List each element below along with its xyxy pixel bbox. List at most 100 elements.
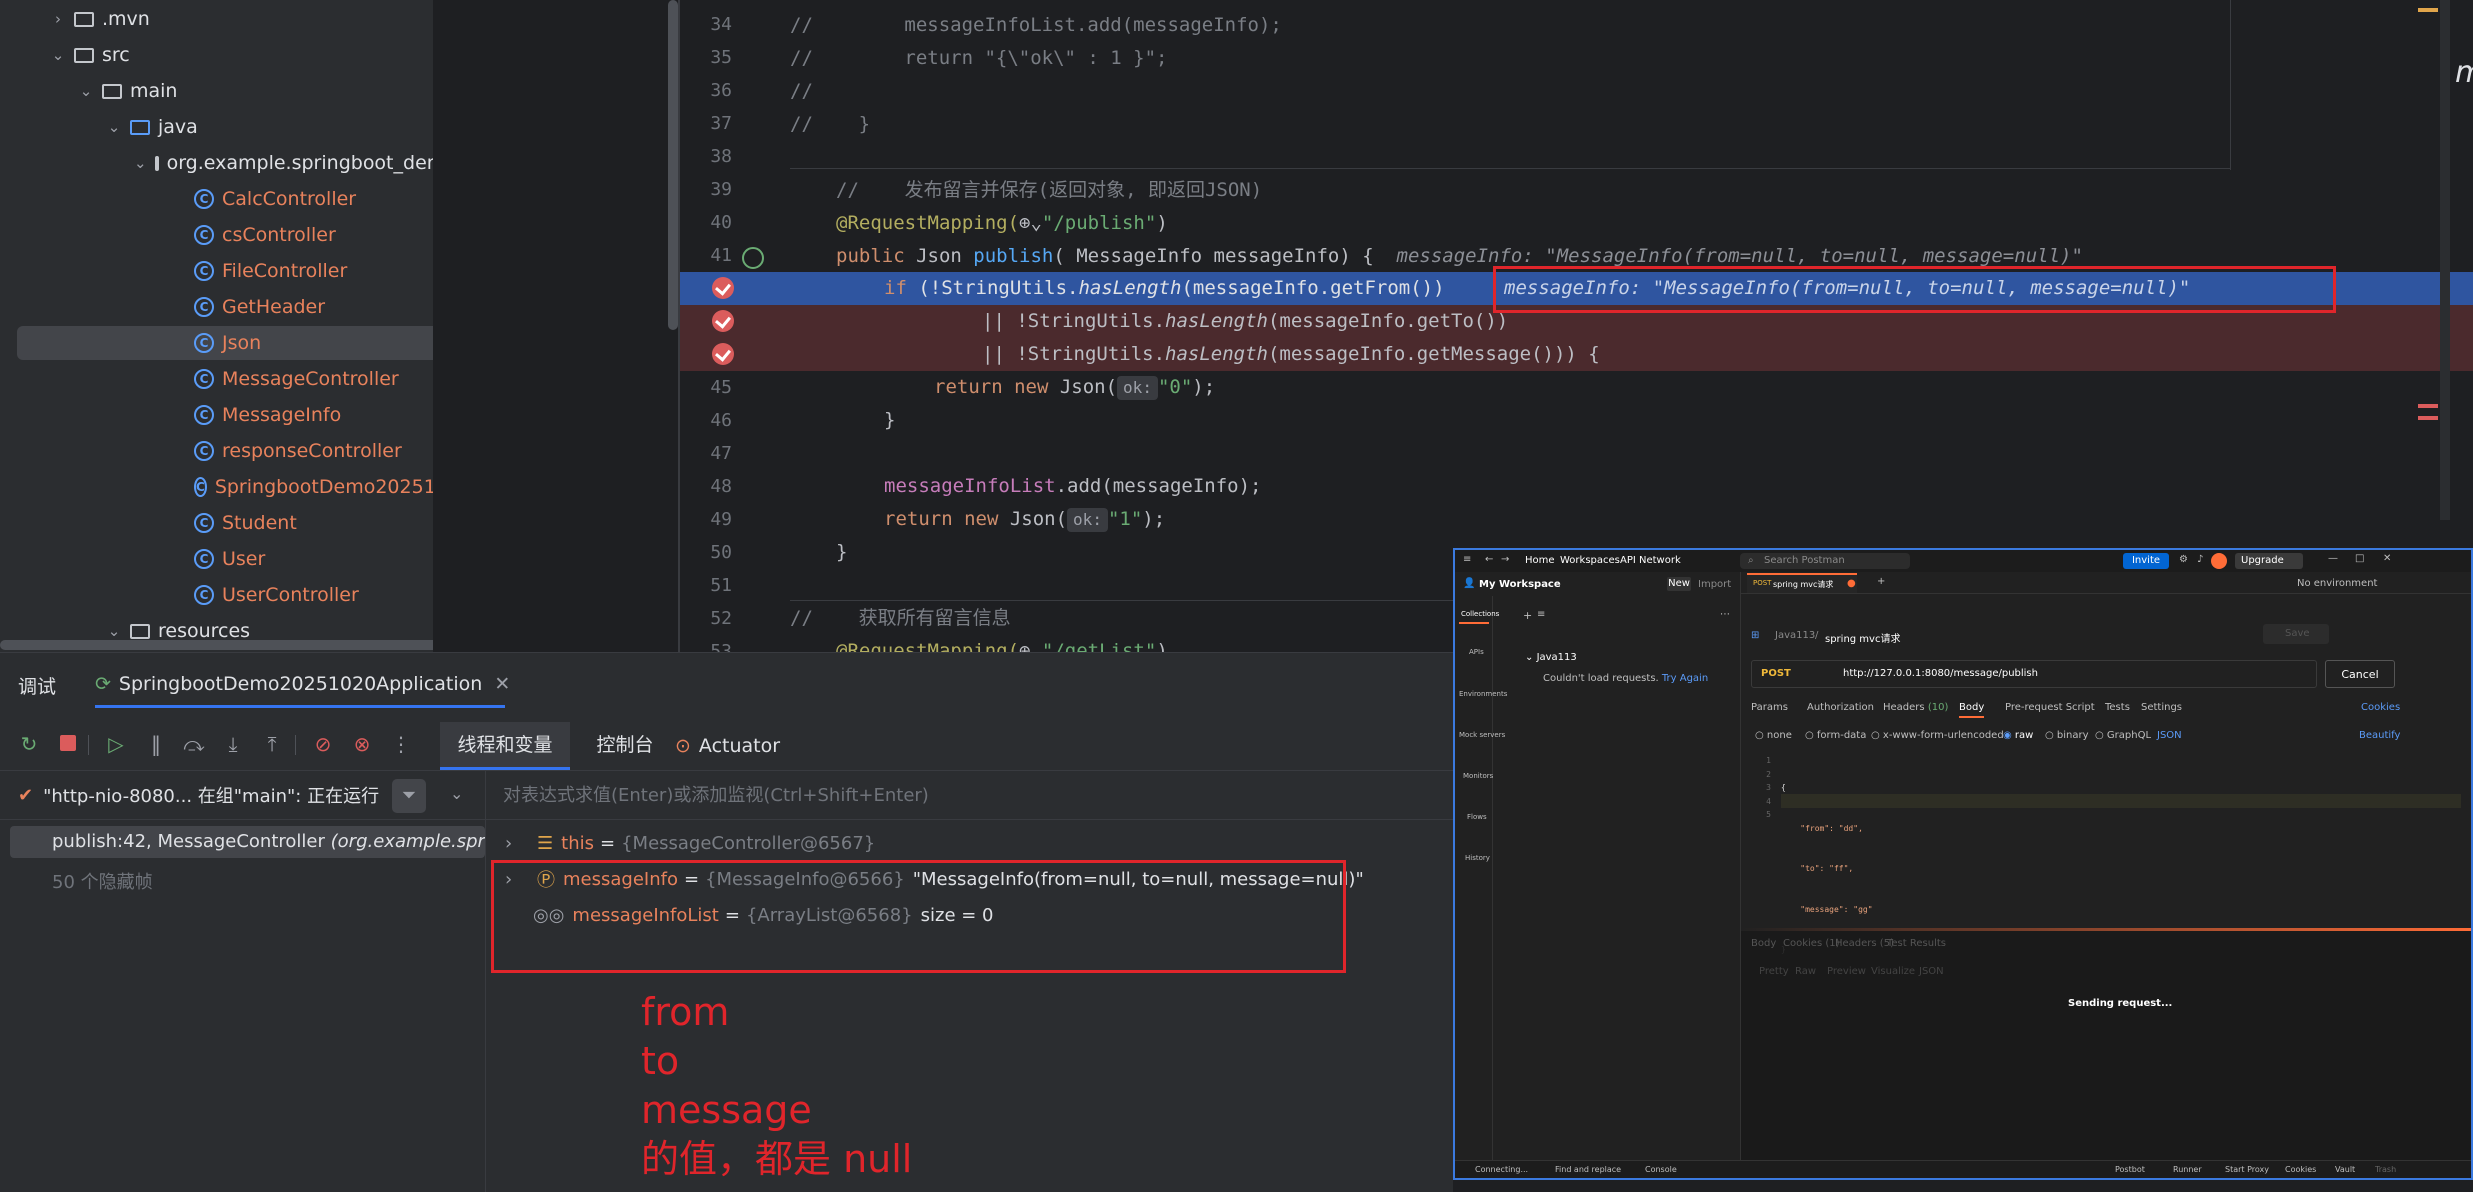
- mute-breakpoints-icon[interactable]: ⊗: [351, 733, 373, 755]
- editor-scrollbar[interactable]: [2440, 0, 2450, 520]
- chevron-down-icon[interactable]: ⌄: [450, 784, 463, 803]
- rerun-icon[interactable]: ↻: [18, 733, 40, 755]
- tree-item-java[interactable]: ⌄ java: [0, 110, 433, 144]
- tab-run-config[interactable]: ⟳ SpringbootDemo20251020Application ✕: [95, 662, 510, 708]
- side-collections[interactable]: Collections: [1461, 610, 1499, 618]
- forward-icon[interactable]: →: [1501, 554, 1509, 565]
- status-start-proxy[interactable]: Start Proxy: [2225, 1165, 2269, 1174]
- upgrade-button[interactable]: Upgrade: [2235, 553, 2303, 569]
- more-icon[interactable]: ⋯: [1720, 609, 1730, 620]
- beautify-link[interactable]: Beautify: [2359, 730, 2400, 741]
- filter-icon[interactable]: ⏷: [392, 779, 426, 813]
- step-over-icon[interactable]: ⤼: [183, 733, 205, 755]
- tree-item-getheader[interactable]: C GetHeader: [0, 290, 433, 324]
- breadcrumb-parent[interactable]: Java113: [1775, 630, 1815, 641]
- close-icon[interactable]: ✕: [494, 673, 510, 695]
- tab-tests[interactable]: Tests: [2105, 702, 2130, 713]
- settings-icon[interactable]: ⚙: [2179, 554, 2188, 565]
- resp-format[interactable]: JSON: [1919, 966, 1944, 977]
- chevron-down-icon[interactable]: ⌄: [106, 118, 122, 136]
- collection-java113[interactable]: ⌄ Java113: [1525, 652, 1577, 663]
- side-flows[interactable]: Flows: [1467, 813, 1487, 821]
- radio-none[interactable]: ○ none: [1755, 730, 1792, 741]
- tree-item-usercontroller[interactable]: C UserController: [0, 578, 433, 612]
- radio-graphql[interactable]: ○ GraphQL: [2095, 730, 2151, 741]
- more-icon[interactable]: ⋮: [390, 733, 412, 755]
- nav-workspaces[interactable]: Workspaces: [1560, 555, 1620, 566]
- side-mock-servers[interactable]: Mock servers: [1459, 731, 1505, 739]
- resp-preview[interactable]: Preview: [1827, 966, 1866, 977]
- radio-form-data[interactable]: ○ form-data: [1805, 730, 1866, 741]
- tab-headers[interactable]: Headers (10): [1883, 702, 1948, 713]
- resp-tab-cookies[interactable]: Cookies (1): [1783, 938, 1840, 949]
- stop-icon[interactable]: [57, 733, 79, 755]
- request-name[interactable]: spring mvc请求: [1825, 630, 1900, 645]
- hidden-frames[interactable]: 50 个隐藏帧: [52, 868, 153, 894]
- radio-binary[interactable]: ○ binary: [2045, 730, 2089, 741]
- resp-visualize[interactable]: Visualize: [1871, 966, 1915, 977]
- status-runner[interactable]: Runner: [2173, 1165, 2202, 1174]
- tab-console[interactable]: 控制台: [585, 722, 665, 770]
- chevron-down-icon[interactable]: ⌄: [134, 154, 147, 172]
- variable-this[interactable]: › ☰ this = {MessageController@6567}: [505, 828, 1405, 858]
- tab-authorization[interactable]: Authorization: [1807, 702, 1874, 713]
- url-input[interactable]: http://127.0.0.1:8080/message/publish: [1843, 668, 2038, 679]
- resp-tab-tests[interactable]: Test Results: [1887, 938, 1946, 949]
- tree-item-cscontroller[interactable]: CcsController: [0, 218, 433, 252]
- tab-actuator[interactable]: ⊙ Actuator: [675, 722, 795, 770]
- tab-settings[interactable]: Settings: [2141, 702, 2182, 713]
- status-find-replace[interactable]: Find and replace: [1555, 1165, 1621, 1174]
- tree-item-responsecontroller[interactable]: CresponseController: [0, 434, 433, 468]
- pause-icon[interactable]: ‖: [145, 733, 167, 755]
- tab-body[interactable]: Body: [1959, 702, 1985, 718]
- save-button[interactable]: Save: [2263, 624, 2329, 644]
- close-window-icon[interactable]: ✕: [2383, 553, 2391, 564]
- step-out-icon[interactable]: ⤒: [261, 733, 283, 755]
- bell-icon[interactable]: ♪: [2197, 554, 2203, 565]
- new-button[interactable]: New: [1667, 577, 1691, 591]
- environment-select[interactable]: No environment: [2297, 578, 2377, 589]
- step-into-icon[interactable]: ⤓: [222, 733, 244, 755]
- stack-frame-selected[interactable]: publish:42, MessageController (org.examp…: [10, 826, 485, 858]
- tree-item-json[interactable]: C Json: [17, 326, 433, 360]
- tab-prerequest[interactable]: Pre-request Script: [2005, 702, 2095, 713]
- tree-item-user[interactable]: C User: [0, 542, 433, 576]
- tree-item-student[interactable]: C Student: [0, 506, 433, 540]
- search-input[interactable]: ⌕ Search Postman: [1740, 553, 1910, 569]
- tree-item-messageinfo[interactable]: C MessageInfo: [0, 398, 433, 432]
- tree-item-main[interactable]: ⌄ main: [0, 74, 433, 108]
- resp-tab-body[interactable]: Body: [1751, 938, 1776, 949]
- evaluate-expression-input[interactable]: 对表达式求值(Enter)或添加监视(Ctrl+Shift+Enter): [503, 781, 929, 807]
- chevron-down-icon[interactable]: ⌄: [78, 82, 94, 100]
- nav-api-network[interactable]: API Network: [1620, 555, 1681, 566]
- cookies-link[interactable]: Cookies: [2361, 702, 2400, 713]
- cancel-button[interactable]: Cancel: [2325, 660, 2395, 688]
- status-trash[interactable]: Trash: [2375, 1165, 2396, 1174]
- tree-item-calccontroller[interactable]: C CalcController: [0, 182, 433, 216]
- chevron-down-icon[interactable]: ⌄: [106, 622, 122, 640]
- filter-icon[interactable]: ≡: [1537, 609, 1545, 620]
- chevron-right-icon[interactable]: ›: [505, 833, 537, 854]
- side-environments[interactable]: Environments: [1459, 690, 1507, 698]
- back-icon[interactable]: ←: [1485, 554, 1493, 565]
- body-format-select[interactable]: JSON: [2157, 730, 2182, 741]
- status-vault[interactable]: Vault: [2335, 1165, 2355, 1174]
- maximize-icon[interactable]: □: [2355, 553, 2364, 564]
- breakpoint-icon[interactable]: [712, 310, 734, 332]
- try-again-link[interactable]: Try Again: [1662, 673, 1708, 684]
- status-cookies[interactable]: Cookies: [2285, 1165, 2316, 1174]
- view-breakpoints-icon[interactable]: ⊘: [312, 733, 334, 755]
- new-tab-icon[interactable]: +: [1877, 576, 1885, 587]
- tree-vertical-scrollbar[interactable]: [668, 0, 678, 330]
- tree-item-src[interactable]: ⌄ src: [0, 38, 433, 72]
- tab-threads-variables[interactable]: 线程和变量: [440, 722, 570, 770]
- tree-item-application[interactable]: CSpringbootDemo20251020Application: [0, 470, 433, 504]
- chevron-right-icon[interactable]: ›: [50, 10, 66, 28]
- invite-button[interactable]: Invite: [2123, 553, 2169, 569]
- tree-item-mvn[interactable]: › .mvn: [0, 2, 433, 36]
- avatar[interactable]: [2211, 553, 2227, 569]
- nav-home[interactable]: Home: [1525, 555, 1555, 566]
- tree-item-filecontroller[interactable]: C FileController: [0, 254, 433, 288]
- side-apis[interactable]: APIs: [1469, 648, 1484, 656]
- method-select[interactable]: POST: [1761, 668, 1791, 679]
